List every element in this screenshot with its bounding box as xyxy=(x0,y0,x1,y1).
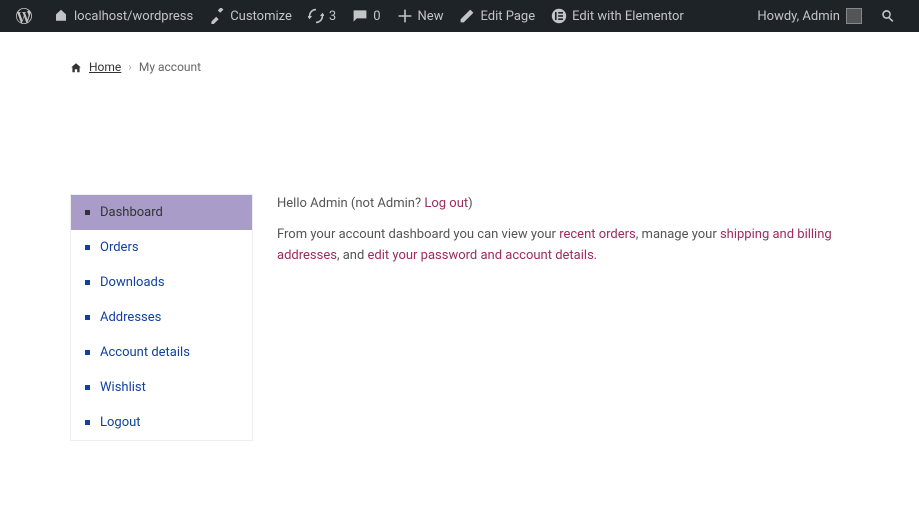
avatar xyxy=(846,8,862,24)
edit-page-link[interactable]: Edit Page xyxy=(451,0,543,32)
logout-link[interactable]: Log out xyxy=(424,196,468,211)
search-toggle[interactable] xyxy=(870,0,911,32)
edit-page-label: Edit Page xyxy=(480,9,535,24)
breadcrumb-sep: › xyxy=(128,60,132,74)
bullet-icon xyxy=(85,420,90,425)
intro-a: From your account dashboard you can view… xyxy=(277,227,559,242)
nav-item-label: Account details xyxy=(100,345,190,360)
bullet-icon xyxy=(85,245,90,250)
breadcrumb: Home › My account xyxy=(70,52,849,104)
greeting-text: Hello Admin (not Admin? Log out) xyxy=(277,194,849,215)
intro-c: , and xyxy=(337,248,368,263)
breadcrumb-current: My account xyxy=(139,60,201,74)
dashboard-icon xyxy=(53,8,69,24)
wp-logo[interactable] xyxy=(8,0,45,32)
nav-item-label: Dashboard xyxy=(100,205,163,220)
nav-item-orders[interactable]: Orders xyxy=(71,230,252,265)
breadcrumb-home[interactable]: Home xyxy=(89,60,121,74)
comment-icon xyxy=(352,8,368,24)
bullet-icon xyxy=(85,315,90,320)
wordpress-icon xyxy=(16,8,32,24)
site-name-label: localhost/wordpress xyxy=(74,9,193,24)
account-content: Dashboard Orders Downloads Addresses Account… xyxy=(70,104,849,441)
customize-label: Customize xyxy=(230,9,292,24)
nav-item-wishlist[interactable]: Wishlist xyxy=(71,370,252,405)
new-label: New xyxy=(418,9,444,24)
bullet-icon xyxy=(85,385,90,390)
my-account[interactable]: Howdy, Admin xyxy=(749,0,870,32)
new-link[interactable]: New xyxy=(389,0,452,32)
account-details-link[interactable]: edit your password and account details xyxy=(368,248,594,263)
dashboard-intro: From your account dashboard you can view… xyxy=(277,225,849,267)
update-icon xyxy=(308,8,324,24)
comments-link[interactable]: 0 xyxy=(344,0,388,32)
account-nav: Dashboard Orders Downloads Addresses Account… xyxy=(70,194,253,441)
bullet-icon xyxy=(85,210,90,215)
home-icon xyxy=(70,62,82,74)
pencil-icon xyxy=(459,8,475,24)
customize-link[interactable]: Customize xyxy=(201,0,300,32)
wp-admin-bar: localhost/wordpress Customize 3 0 New Ed… xyxy=(0,0,919,32)
nav-item-label: Addresses xyxy=(100,310,161,325)
howdy-label: Howdy, Admin xyxy=(757,9,840,24)
plus-icon xyxy=(397,8,413,24)
page-body: Home › My account Dashboard Orders Downloa… xyxy=(0,32,919,461)
nav-item-downloads[interactable]: Downloads xyxy=(71,265,252,300)
site-name[interactable]: localhost/wordpress xyxy=(45,0,201,32)
intro-d: . xyxy=(594,248,597,263)
nav-item-account-details[interactable]: Account details xyxy=(71,335,252,370)
greeting-pre: Hello Admin (not Admin? xyxy=(277,196,424,211)
elementor-icon xyxy=(551,8,567,24)
nav-item-label: Wishlist xyxy=(100,380,146,395)
nav-item-label: Logout xyxy=(100,415,141,430)
intro-b: , manage your xyxy=(636,227,720,242)
nav-item-addresses[interactable]: Addresses xyxy=(71,300,252,335)
brush-icon xyxy=(209,8,225,24)
search-icon xyxy=(878,6,898,26)
nav-item-logout[interactable]: Logout xyxy=(71,405,252,440)
elementor-label: Edit with Elementor xyxy=(572,9,684,24)
bullet-icon xyxy=(85,350,90,355)
elementor-link[interactable]: Edit with Elementor xyxy=(543,0,692,32)
account-main: Hello Admin (not Admin? Log out) From yo… xyxy=(277,194,849,441)
recent-orders-link[interactable]: recent orders xyxy=(559,227,636,242)
greeting-post: ) xyxy=(468,196,473,211)
nav-item-label: Orders xyxy=(100,240,139,255)
bullet-icon xyxy=(85,280,90,285)
updates-link[interactable]: 3 xyxy=(300,0,344,32)
nav-item-dashboard[interactable]: Dashboard xyxy=(71,195,252,230)
comments-count: 0 xyxy=(373,9,380,24)
updates-count: 3 xyxy=(329,9,336,24)
nav-item-label: Downloads xyxy=(100,275,165,290)
